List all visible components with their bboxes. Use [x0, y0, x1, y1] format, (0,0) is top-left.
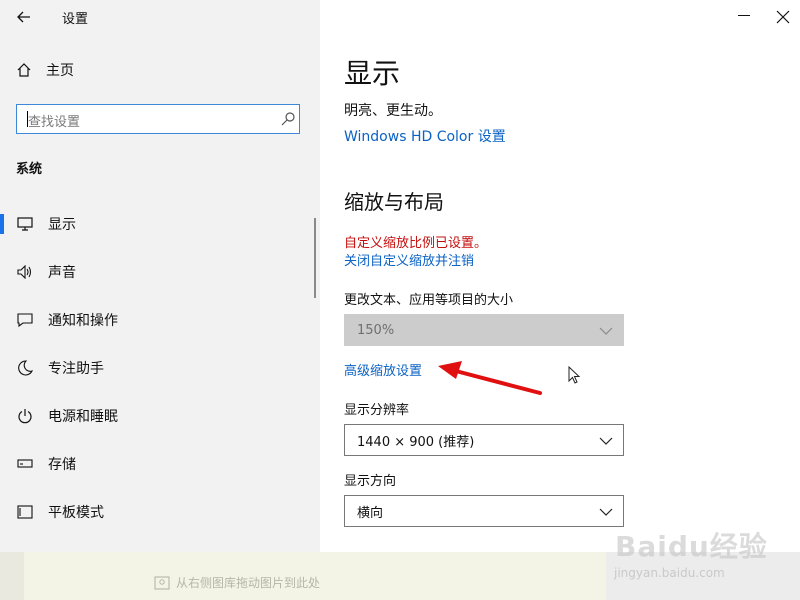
home-nav[interactable]: 主页: [16, 60, 74, 80]
chevron-down-icon: [599, 437, 613, 445]
message-icon: [16, 311, 34, 329]
watermark-url: jingyan.baidu.com: [614, 566, 725, 580]
size-value: 150%: [357, 322, 395, 338]
home-icon: [17, 63, 31, 77]
red-arrow-annotation: [438, 361, 542, 395]
sidebar-item-sound[interactable]: 声音: [0, 252, 320, 292]
back-button[interactable]: [8, 4, 40, 30]
orientation-value: 横向: [357, 505, 384, 521]
tablet-icon: [16, 503, 34, 521]
sidebar-item-label: 专注助手: [48, 361, 104, 377]
chevron-down-icon: [599, 508, 613, 516]
sidebar-item-label: 电源和睡眠: [48, 409, 118, 425]
storage-icon: [16, 455, 34, 473]
section-title: 缩放与布局: [344, 190, 444, 214]
size-label: 更改文本、应用等项目的大小: [344, 293, 514, 308]
power-icon: [16, 407, 34, 425]
minimize-button[interactable]: [738, 15, 750, 16]
hd-color-settings-link[interactable]: Windows HD Color 设置: [344, 126, 506, 146]
sidebar-item-power[interactable]: 电源和睡眠: [0, 396, 320, 436]
resolution-label: 显示分辨率: [344, 403, 410, 418]
sidebar-item-storage[interactable]: 存储: [0, 444, 320, 484]
sidebar-item-label: 通知和操作: [48, 313, 118, 329]
orientation-select[interactable]: 横向: [344, 495, 624, 527]
sidebar-item-tablet-mode[interactable]: 平板模式: [0, 492, 320, 532]
search-placeholder: 查找设置: [28, 115, 81, 130]
chevron-down-icon: [599, 327, 613, 335]
sidebar-item-display[interactable]: 显示: [0, 204, 320, 244]
sidebar-item-label: 存储: [48, 457, 76, 473]
resolution-select[interactable]: 1440 × 900 (推荐): [344, 424, 624, 456]
mouse-pointer-icon: [568, 366, 581, 384]
sidebar-item-label: 声音: [48, 265, 76, 281]
sidebar-item-notifications[interactable]: 通知和操作: [0, 300, 320, 340]
sidebar-item-label: 显示: [48, 217, 76, 233]
drop-hint-text: 从右侧图库拖动图片到此处: [176, 576, 321, 590]
window-title: 设置: [62, 12, 89, 27]
custom-scale-warning: 自定义缩放比例已设置。: [344, 236, 488, 251]
search-icon[interactable]: [280, 111, 296, 127]
sidebar-scrollbar[interactable]: [314, 218, 316, 298]
home-label: 主页: [46, 63, 74, 79]
sidebar-item-label: 平板模式: [48, 505, 104, 521]
description-text: 明亮、更生动。: [344, 103, 442, 119]
clipped-text-fragment: [344, 90, 784, 94]
moon-icon: [16, 359, 34, 377]
page-title: 显示: [344, 57, 401, 90]
resolution-value: 1440 × 900 (推荐): [357, 434, 475, 450]
image-icon: [154, 575, 170, 590]
close-icon[interactable]: [774, 8, 792, 26]
section-heading: 系统: [16, 162, 43, 177]
advanced-scaling-link[interactable]: 高级缩放设置: [344, 360, 422, 379]
drop-hint: 从右侧图库拖动图片到此处: [154, 574, 320, 591]
orientation-label: 显示方向: [344, 474, 397, 489]
watermark-logo: Baidu经验: [615, 530, 768, 563]
back-arrow-icon: [17, 11, 30, 23]
turn-off-custom-scaling-link[interactable]: 关闭自定义缩放并注销: [344, 250, 474, 269]
footer-gutter: [0, 552, 24, 600]
sidebar-item-focus-assist[interactable]: 专注助手: [0, 348, 320, 388]
speaker-icon: [16, 263, 34, 281]
size-select[interactable]: 150%: [344, 314, 624, 346]
monitor-icon: [16, 215, 34, 233]
